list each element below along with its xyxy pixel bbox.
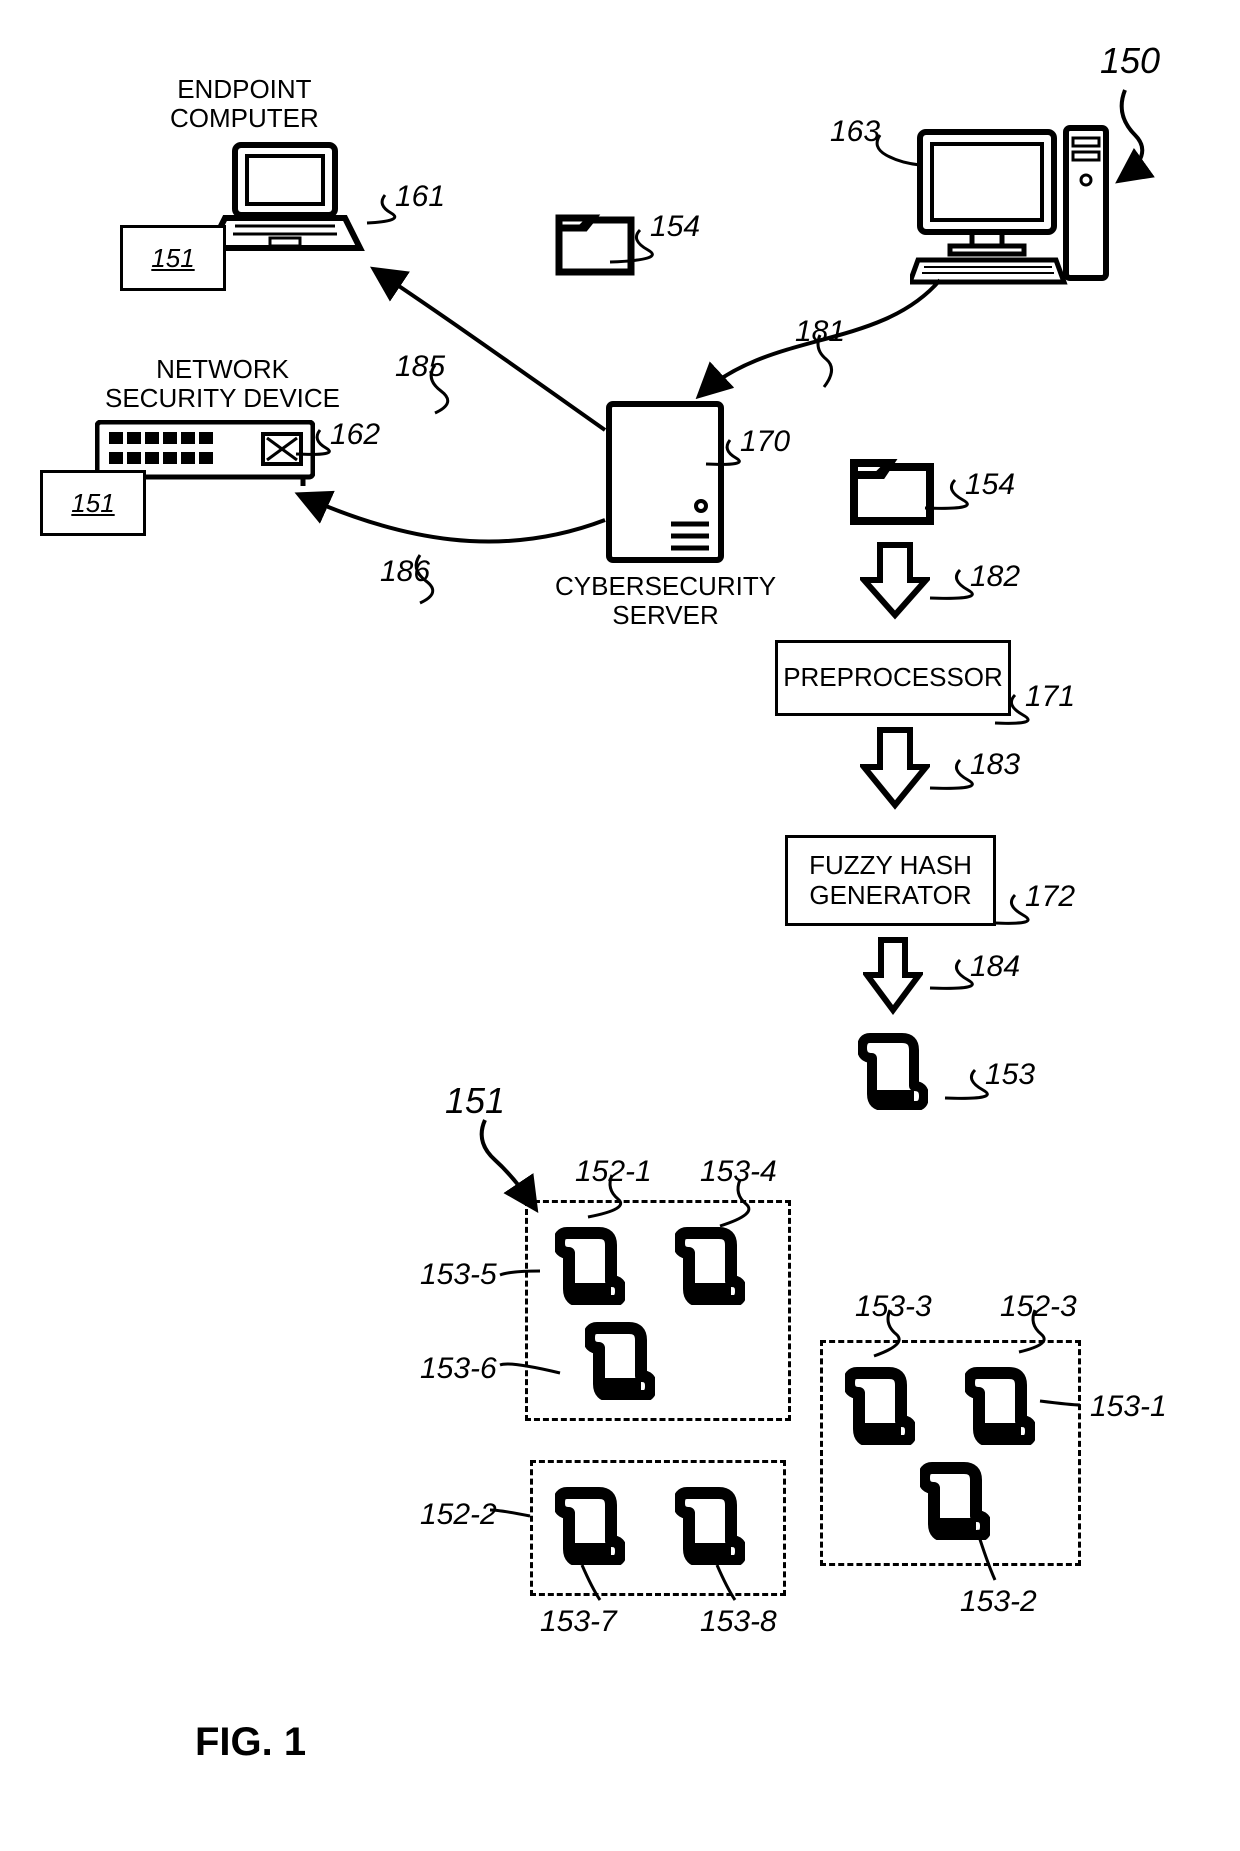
ref-152-3: 152-3 bbox=[1000, 1290, 1077, 1324]
ref-153-3: 153-3 bbox=[855, 1290, 932, 1324]
ref-153-8: 153-8 bbox=[700, 1605, 777, 1639]
figure-title: FIG. 1 bbox=[195, 1720, 306, 1765]
ref-185: 185 bbox=[395, 350, 445, 384]
ref-153: 153 bbox=[985, 1058, 1035, 1092]
ref-152-1: 152-1 bbox=[575, 1155, 652, 1189]
laptop-icon bbox=[205, 140, 365, 265]
ref-183: 183 bbox=[970, 748, 1020, 782]
module-box-laptop: 151 bbox=[120, 225, 226, 291]
module-box-router-text: 151 bbox=[71, 488, 114, 519]
ref-151-cluster: 151 bbox=[445, 1080, 505, 1122]
script-icon-153-7 bbox=[555, 1485, 625, 1570]
label-endpoint-computer-text: ENDPOINT COMPUTER bbox=[170, 74, 319, 133]
ref-154-right: 154 bbox=[965, 468, 1015, 502]
ref-153-7: 153-7 bbox=[540, 1605, 617, 1639]
script-icon-153-1 bbox=[965, 1365, 1035, 1450]
ref-161: 161 bbox=[395, 180, 445, 214]
ref-163: 163 bbox=[830, 115, 880, 149]
ref-184: 184 bbox=[970, 950, 1020, 984]
ref-153-5: 153-5 bbox=[420, 1258, 497, 1292]
fuzzy-hash-generator-box: FUZZY HASH GENERATOR bbox=[785, 835, 996, 926]
ref-186: 186 bbox=[380, 555, 430, 589]
ref-153-4: 153-4 bbox=[700, 1155, 777, 1189]
ref-154-top: 154 bbox=[650, 210, 700, 244]
label-network-security-device: NETWORK SECURITY DEVICE bbox=[105, 355, 340, 412]
script-icon-153-4 bbox=[675, 1225, 745, 1310]
server-icon bbox=[605, 400, 725, 570]
label-network-security-device-text: NETWORK SECURITY DEVICE bbox=[105, 354, 340, 413]
ref-170: 170 bbox=[740, 425, 790, 459]
script-icon-153-5 bbox=[555, 1225, 625, 1310]
ref-162: 162 bbox=[330, 418, 380, 452]
desktop-icon bbox=[910, 120, 1110, 295]
ref-153-6: 153-6 bbox=[420, 1352, 497, 1386]
script-icon-153-6 bbox=[585, 1320, 655, 1405]
ref-150: 150 bbox=[1100, 40, 1160, 82]
ref-182: 182 bbox=[970, 560, 1020, 594]
fuzzy-hash-generator-text: FUZZY HASH GENERATOR bbox=[809, 851, 972, 911]
preprocessor-text: PREPROCESSOR bbox=[783, 663, 1003, 693]
module-box-router: 151 bbox=[40, 470, 146, 536]
block-arrow-182 bbox=[860, 540, 930, 625]
ref-172: 172 bbox=[1025, 880, 1075, 914]
script-icon-153-8 bbox=[675, 1485, 745, 1570]
module-box-laptop-text: 151 bbox=[151, 243, 194, 274]
label-cybersecurity-server-text: CYBERSECURITY SERVER bbox=[555, 571, 776, 630]
ref-181: 181 bbox=[795, 315, 845, 349]
preprocessor-box: PREPROCESSOR bbox=[775, 640, 1011, 716]
ref-153-2: 153-2 bbox=[960, 1585, 1037, 1619]
ref-171: 171 bbox=[1025, 680, 1075, 714]
script-icon-153 bbox=[858, 1030, 928, 1115]
script-icon-153-3 bbox=[845, 1365, 915, 1450]
folder-icon-top bbox=[555, 210, 635, 285]
ref-153-1: 153-1 bbox=[1090, 1390, 1167, 1424]
label-cybersecurity-server: CYBERSECURITY SERVER bbox=[555, 572, 776, 629]
ref-152-2: 152-2 bbox=[420, 1498, 497, 1532]
label-endpoint-computer: ENDPOINT COMPUTER bbox=[170, 75, 319, 132]
folder-icon-right bbox=[850, 455, 935, 535]
block-arrow-184 bbox=[863, 935, 923, 1020]
script-icon-153-2 bbox=[920, 1460, 990, 1545]
block-arrow-183 bbox=[860, 725, 930, 815]
